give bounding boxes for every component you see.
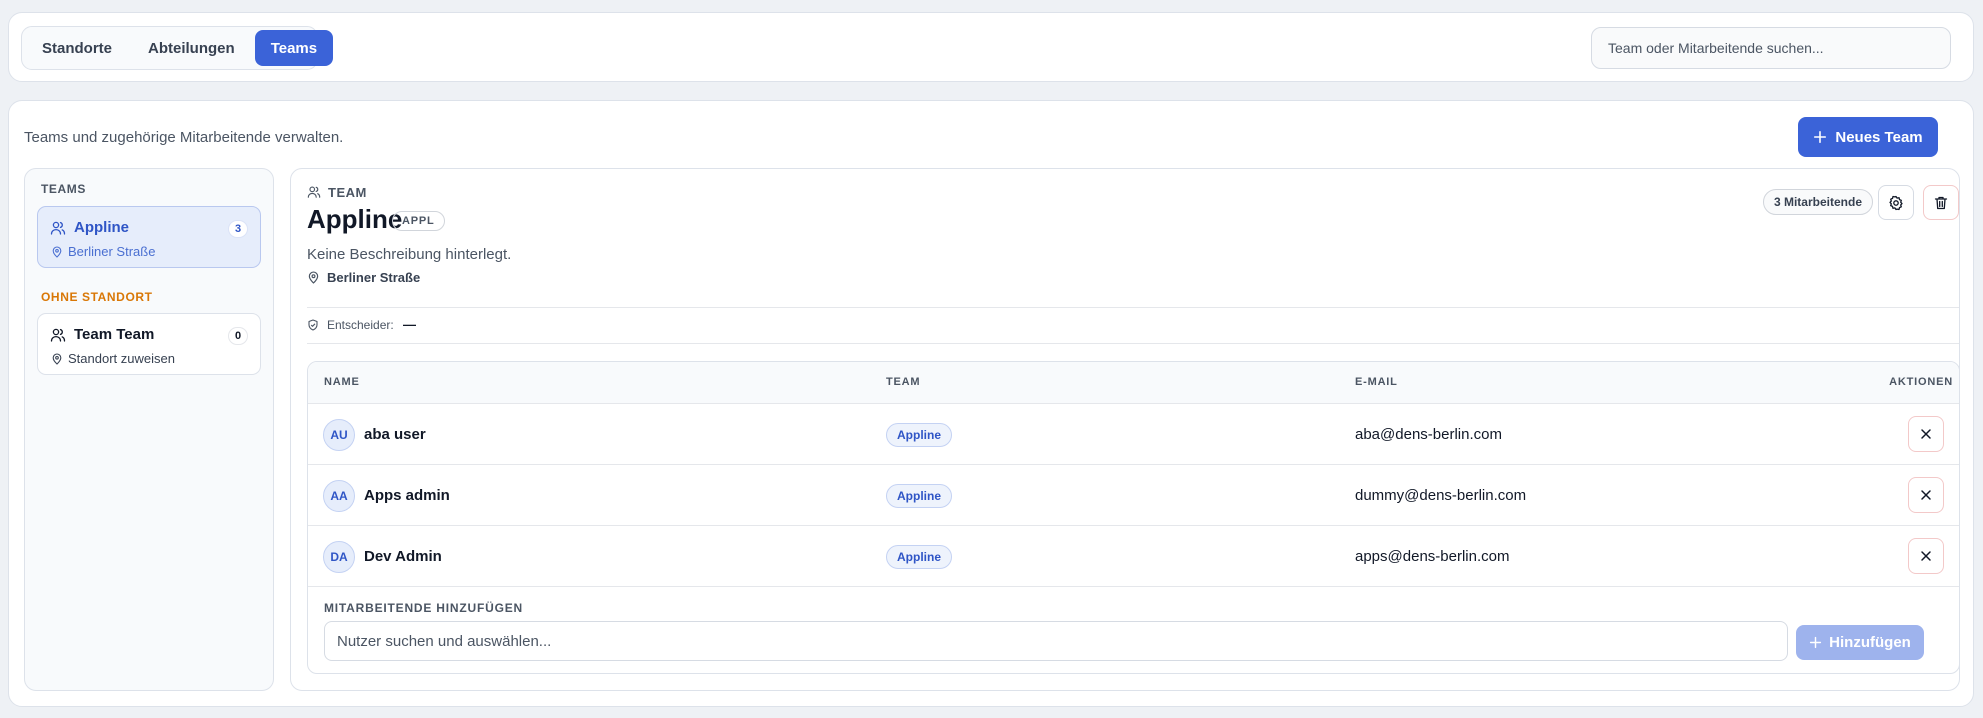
sidebar-item-location: Standort zuweisen xyxy=(68,351,175,366)
table-row: AU aba user Appline aba@dens-berlin.com xyxy=(308,404,1959,465)
top-navigation-bar: Standorte Abteilungen Teams xyxy=(8,12,1974,82)
sidebar-item-location: Berliner Straße xyxy=(68,244,156,259)
team-settings-button[interactable] xyxy=(1878,185,1914,220)
team-badge: Appline xyxy=(886,484,952,508)
team-code-badge: APPL xyxy=(392,211,445,231)
sidebar-item-name: Appline xyxy=(74,219,129,236)
sidebar-heading-ohne-standort: OHNE STANDORT xyxy=(41,290,153,304)
members-table: NAME TEAM E-MAIL AKTIONEN AU aba user Ap… xyxy=(307,361,1960,674)
entscheider-value: — xyxy=(403,317,416,332)
member-email: dummy@dens-berlin.com xyxy=(1355,487,1527,504)
close-icon xyxy=(1921,551,1931,561)
member-name: Dev Admin xyxy=(364,548,442,565)
users-icon xyxy=(50,328,66,342)
avatar: DA xyxy=(323,541,355,573)
table-row: DA Dev Admin Appline apps@dens-berlin.co… xyxy=(308,526,1959,587)
plus-icon xyxy=(1814,130,1827,144)
new-team-label: Neues Team xyxy=(1835,128,1923,146)
remove-member-button[interactable] xyxy=(1908,416,1944,452)
remove-member-button[interactable] xyxy=(1908,538,1944,574)
gear-icon xyxy=(1889,195,1903,210)
team-description: Keine Beschreibung hinterlegt. xyxy=(307,246,512,263)
main-panel: Teams und zugehörige Mitarbeitende verwa… xyxy=(8,100,1974,707)
add-member-button[interactable]: Hinzufügen xyxy=(1796,625,1924,660)
section-tabs: Standorte Abteilungen Teams xyxy=(21,26,334,70)
sidebar-item-team-team[interactable]: Team Team 0 Standort zuweisen xyxy=(37,313,261,375)
team-detail-panel: TEAM Appline APPL Keine Beschreibung hin… xyxy=(290,168,1960,691)
add-member-label: Hinzufügen xyxy=(1829,634,1911,651)
tab-teams[interactable]: Teams xyxy=(254,30,334,66)
team-title: Appline xyxy=(307,204,403,234)
column-header-name: NAME xyxy=(324,376,360,388)
divider xyxy=(307,343,1959,344)
detail-kicker: TEAM xyxy=(328,185,367,200)
team-location: Berliner Straße xyxy=(327,270,421,285)
remove-member-button[interactable] xyxy=(1908,477,1944,513)
sidebar-heading-teams: TEAMS xyxy=(41,182,86,196)
table-header: NAME TEAM E-MAIL AKTIONEN xyxy=(308,362,1959,404)
member-count-badge: 0 xyxy=(228,327,248,345)
member-email: apps@dens-berlin.com xyxy=(1355,548,1510,565)
avatar: AA xyxy=(323,480,355,512)
sidebar-item-name: Team Team xyxy=(74,326,155,343)
add-members-label: MITARBEITENDE HINZUFÜGEN xyxy=(324,601,523,615)
page-subtitle: Teams und zugehörige Mitarbeitende verwa… xyxy=(24,129,344,146)
entscheider-label: Entscheider: xyxy=(327,318,394,332)
teams-sidebar: TEAMS Appline 3 Berliner Straße OHNE STA… xyxy=(24,168,274,691)
column-header-team: TEAM xyxy=(886,376,921,388)
column-header-email: E-MAIL xyxy=(1355,376,1398,388)
map-pin-icon xyxy=(308,271,319,284)
tab-abteilungen[interactable]: Abteilungen xyxy=(132,30,251,66)
member-count-pill: 3 Mitarbeitende xyxy=(1762,189,1873,215)
plus-icon xyxy=(1810,636,1822,649)
table-row: AA Apps admin Appline dummy@dens-berlin.… xyxy=(308,465,1959,526)
map-pin-icon xyxy=(52,353,62,365)
shield-check-icon xyxy=(308,319,318,331)
team-badge: Appline xyxy=(886,545,952,569)
search-input[interactable] xyxy=(1591,27,1951,69)
member-name: aba user xyxy=(364,426,426,443)
new-team-button[interactable]: Neues Team xyxy=(1798,117,1938,157)
delete-team-button[interactable] xyxy=(1923,185,1959,220)
member-count-badge: 3 xyxy=(228,220,248,238)
close-icon xyxy=(1921,429,1931,439)
divider xyxy=(307,307,1959,308)
sidebar-item-appline[interactable]: Appline 3 Berliner Straße xyxy=(37,206,261,268)
avatar: AU xyxy=(323,419,355,451)
column-header-actions: AKTIONEN xyxy=(1889,376,1953,388)
close-icon xyxy=(1921,490,1931,500)
users-icon xyxy=(50,221,66,235)
tab-standorte[interactable]: Standorte xyxy=(26,30,128,66)
map-pin-icon xyxy=(52,246,62,258)
team-badge: Appline xyxy=(886,423,952,447)
member-email: aba@dens-berlin.com xyxy=(1355,426,1502,443)
trash-icon xyxy=(1934,196,1948,209)
member-name: Apps admin xyxy=(364,487,450,504)
users-icon xyxy=(307,186,321,198)
user-search-input[interactable] xyxy=(324,621,1788,661)
